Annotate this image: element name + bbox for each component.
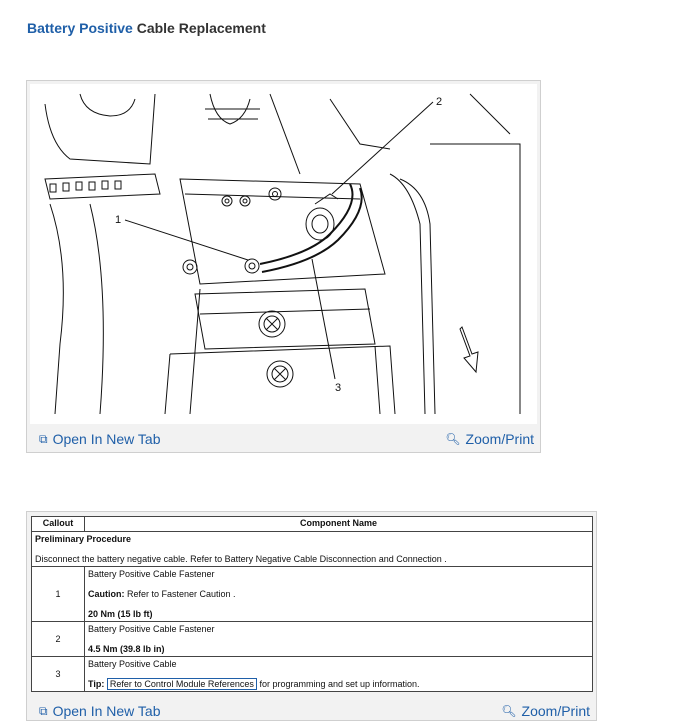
- page-title: Battery Positive Cable Replacement: [27, 20, 266, 36]
- table-row: 1 Battery Positive Cable Fastener Cautio…: [31, 566, 593, 622]
- tip-label: Tip:: [88, 679, 105, 689]
- battery-illustration: 1 2 3: [30, 84, 537, 424]
- title-keyword: Battery Positive: [27, 20, 133, 36]
- component-table: Callout Component Name Preliminary Proce…: [31, 516, 593, 692]
- row-torque: 20 Nm (15 lb ft): [88, 609, 153, 619]
- callout-2: 2: [436, 96, 442, 108]
- row-name: Battery Positive Cable Fastener: [88, 624, 215, 634]
- zoom-print-label: Zoom/Print: [521, 703, 590, 719]
- header-callout: Callout: [31, 516, 85, 532]
- row-name: Battery Positive Cable Fastener: [88, 569, 215, 579]
- header-component-name: Component Name: [84, 516, 593, 532]
- preliminary-heading: Preliminary Procedure: [35, 534, 132, 544]
- figure-card: 1 2 3 ⧉ Open In New Tab 🔍︎ Zoom/Print: [26, 80, 541, 453]
- row-callout: 3: [31, 656, 85, 692]
- open-in-new-tab-link[interactable]: ⧉ Open In New Tab: [39, 703, 161, 719]
- callout-1: 1: [115, 214, 121, 226]
- table-row: 3 Battery Positive Cable Tip: Refer to C…: [31, 656, 593, 692]
- open-new-tab-icon: ⧉: [39, 431, 48, 446]
- open-in-new-tab-label: Open In New Tab: [52, 431, 161, 447]
- preliminary-text: Disconnect the battery negative cable. R…: [35, 554, 447, 564]
- caution-label: Caution:: [88, 589, 125, 599]
- zoom-print-link[interactable]: 🔍︎ Zoom/Print: [501, 703, 590, 719]
- row-callout: 2: [31, 621, 85, 657]
- open-in-new-tab-label: Open In New Tab: [52, 703, 161, 719]
- zoom-print-label: Zoom/Print: [465, 431, 534, 447]
- table-card: Callout Component Name Preliminary Proce…: [26, 511, 597, 721]
- table-row: 2 Battery Positive Cable Fastener 4.5 Nm…: [31, 621, 593, 657]
- row-callout: 1: [31, 566, 85, 622]
- preliminary-row: Preliminary Procedure Disconnect the bat…: [31, 531, 593, 567]
- table-footer: ⧉ Open In New Tab 🔍︎ Zoom/Print: [27, 692, 596, 720]
- row-name: Battery Positive Cable: [88, 659, 177, 669]
- row-torque: 4.5 Nm (39.8 lb in): [88, 644, 165, 654]
- callout-3: 3: [335, 382, 341, 394]
- tip-rest: for programming and set up information.: [256, 679, 420, 689]
- control-module-references-link[interactable]: Refer to Control Module References: [106, 678, 257, 690]
- title-rest: Cable Replacement: [132, 20, 266, 36]
- table-header-row: Callout Component Name: [31, 516, 593, 532]
- magnifier-icon: 🔍︎: [445, 432, 461, 446]
- open-new-tab-icon: ⧉: [39, 703, 48, 718]
- open-in-new-tab-link[interactable]: ⧉ Open In New Tab: [39, 431, 161, 447]
- zoom-print-link[interactable]: 🔍︎ Zoom/Print: [445, 431, 534, 447]
- caution-text: Refer to Fastener Caution .: [124, 589, 236, 599]
- magnifier-icon: 🔍︎: [501, 704, 517, 718]
- figure-footer: ⧉ Open In New Tab 🔍︎ Zoom/Print: [27, 424, 540, 452]
